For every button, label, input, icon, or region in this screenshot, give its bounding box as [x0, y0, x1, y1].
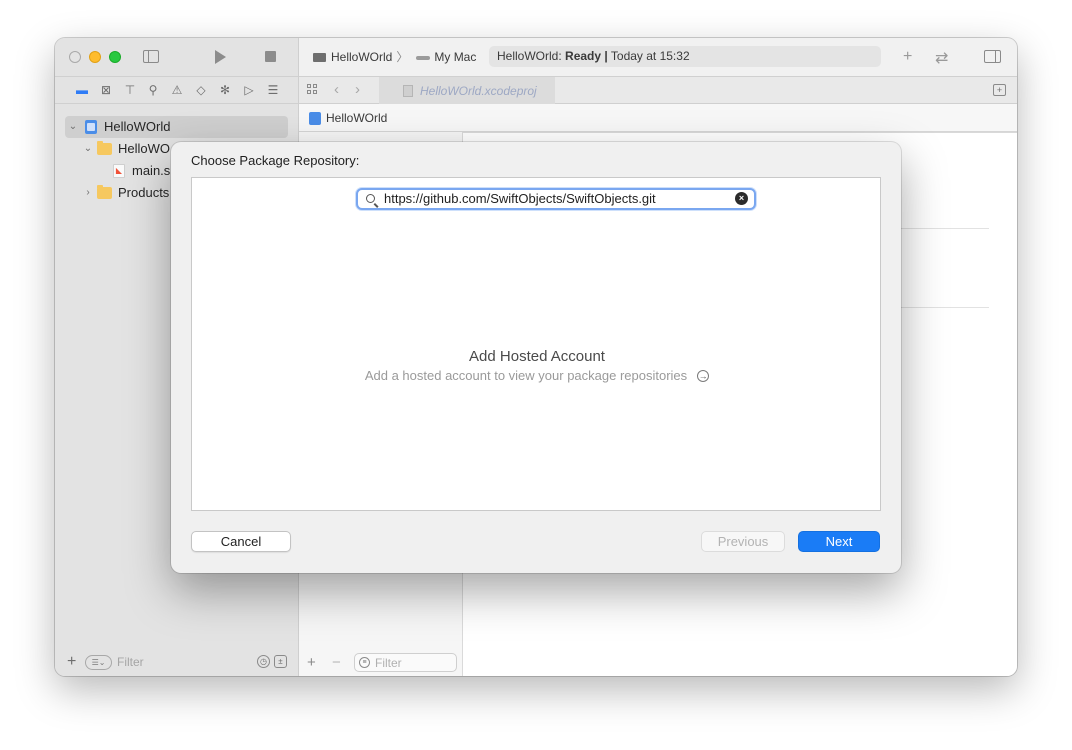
- tree-item-label: Products: [118, 185, 170, 200]
- scheme-destination: My Mac: [434, 50, 477, 64]
- navigator-filter: ☰⌄ Filter ◷ ±: [85, 655, 293, 672]
- tab-label: HelloWOrld.xcodeproj: [420, 84, 537, 98]
- test-navigator-icon[interactable]: ◇: [194, 83, 208, 97]
- status-project: HelloWOrld:: [497, 49, 562, 63]
- report-navigator-icon[interactable]: ☰: [266, 83, 280, 97]
- project-icon: [85, 120, 97, 134]
- add-hosted-account-title: Add Hosted Account: [469, 348, 605, 365]
- tab-bar: ‹ › HelloWOrld.xcodeproj +: [299, 76, 1017, 104]
- repository-panel: × Add Hosted Account Add a hosted accoun…: [191, 177, 881, 511]
- activity-status: HelloWOrld: Ready | Today at 15:32: [489, 46, 881, 67]
- add-hosted-account-text: Add a hosted account to view your packag…: [364, 368, 688, 383]
- breakpoint-navigator-icon[interactable]: ▷: [242, 83, 256, 97]
- jump-bar: HelloWOrld: [299, 104, 1017, 132]
- navigator-filter-bar: + ☰⌄ Filter ◷ ±: [55, 650, 298, 676]
- clear-search-icon[interactable]: ×: [735, 192, 748, 205]
- repository-search-field[interactable]: ×: [356, 188, 756, 210]
- minimize-window-button[interactable]: [89, 51, 101, 63]
- navigator-tabs: ▬ ⊠ ⊤ ⚲ ⚠ ◇ ✻ ▷ ☰: [55, 76, 298, 104]
- find-navigator-icon[interactable]: ⚲: [146, 83, 160, 97]
- scheme-selector[interactable]: HelloWOrld 〉 My Mac: [313, 50, 476, 64]
- jump-bar-project[interactable]: HelloWOrld: [326, 111, 387, 125]
- add-target-icon[interactable]: +: [307, 654, 316, 671]
- tree-item-label: HelloWOrld: [104, 119, 171, 134]
- targets-filter[interactable]: ≡ Filter: [354, 653, 457, 672]
- app-icon: [313, 53, 326, 63]
- scheme-target: HelloWOrld: [331, 50, 393, 64]
- titlebar: [55, 38, 298, 76]
- targets-filter-input: Filter: [375, 656, 402, 670]
- search-icon: [366, 194, 375, 203]
- status-separator: |: [604, 49, 608, 63]
- next-button[interactable]: Next: [798, 531, 880, 552]
- library-plus-icon[interactable]: +: [903, 48, 912, 66]
- source-control-icon[interactable]: ⊠: [99, 83, 113, 97]
- status-time: Today at 15:32: [610, 49, 690, 63]
- tree-item-project[interactable]: ⌄ HelloWOrld: [65, 116, 288, 138]
- folder-navigator-icon[interactable]: ▬: [75, 83, 89, 97]
- sidebar-toggle-icon[interactable]: [143, 50, 159, 63]
- symbol-navigator-icon[interactable]: ⊤: [123, 83, 137, 97]
- main-toolbar: HelloWOrld 〉 My Mac HelloWOrld: Ready | To…: [215, 38, 1017, 76]
- grid-icon[interactable]: [307, 84, 319, 96]
- chevron-down-icon[interactable]: ⌄: [83, 138, 93, 160]
- tab-project[interactable]: HelloWOrld.xcodeproj: [379, 77, 555, 104]
- back-arrow-icon[interactable]: ‹: [334, 81, 339, 98]
- add-editor-icon[interactable]: +: [993, 84, 1006, 96]
- status-state: Ready: [565, 49, 602, 63]
- targets-filter-bar: + − ≡ Filter: [299, 648, 462, 676]
- editor-top-divider: [462, 132, 1017, 133]
- folder-icon: [97, 185, 112, 199]
- remove-target-icon[interactable]: −: [332, 654, 341, 671]
- filter-icon: ≡: [359, 657, 370, 668]
- stop-icon[interactable]: [265, 51, 276, 62]
- swift-file-icon: ◣: [113, 164, 125, 178]
- run-icon[interactable]: [215, 50, 226, 64]
- project-icon: [309, 112, 321, 125]
- project-file-icon: [403, 85, 413, 97]
- issue-navigator-icon[interactable]: ⚠: [170, 83, 184, 97]
- chevron-down-icon[interactable]: ⌄: [68, 116, 78, 138]
- folder-icon: [97, 141, 112, 155]
- add-hosted-account-link[interactable]: Add a hosted account to view your packag…: [192, 368, 882, 383]
- inspector-toggle-icon[interactable]: [984, 50, 1001, 63]
- chevron-right-icon: 〉: [396, 50, 409, 64]
- tree-item-label: HelloWO: [118, 141, 171, 156]
- navigator-filter-input[interactable]: Filter: [117, 655, 144, 669]
- add-file-icon[interactable]: +: [67, 653, 76, 671]
- repository-search-input[interactable]: [384, 190, 729, 208]
- mac-device-icon: [416, 55, 431, 60]
- previous-button[interactable]: Previous: [701, 531, 785, 552]
- maximize-window-button[interactable]: [109, 51, 121, 63]
- recent-files-icon[interactable]: ◷: [257, 655, 270, 668]
- sheet-title: Choose Package Repository:: [191, 153, 360, 168]
- source-control-filter-icon[interactable]: ±: [274, 655, 287, 668]
- chevron-right-icon[interactable]: ›: [83, 182, 93, 204]
- filter-options-icon[interactable]: ☰⌄: [85, 655, 112, 670]
- tree-item-label: main.s: [132, 163, 171, 178]
- cancel-button[interactable]: Cancel: [191, 531, 291, 552]
- close-window-button[interactable]: [69, 51, 81, 63]
- forward-arrow-icon[interactable]: ›: [355, 81, 360, 98]
- code-review-icon[interactable]: ⇄: [935, 48, 948, 68]
- arrow-right-circle-icon[interactable]: →: [697, 369, 710, 382]
- debug-navigator-icon[interactable]: ✻: [218, 83, 232, 97]
- choose-package-sheet: Choose Package Repository: × Add Hosted …: [171, 142, 901, 573]
